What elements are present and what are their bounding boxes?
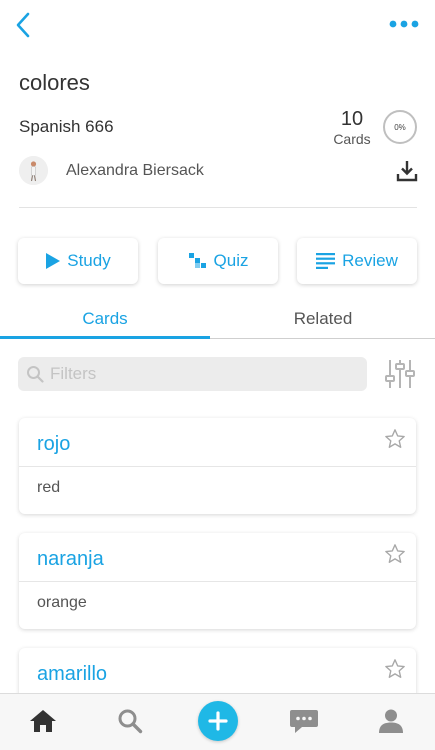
card-count-number: 10 <box>340 108 364 130</box>
study-button-label: Study <box>67 251 111 270</box>
chevron-left-icon <box>16 12 30 38</box>
author-name[interactable]: Alexandra Biersack <box>66 162 204 180</box>
sliders-icon <box>385 360 415 388</box>
card-divider <box>19 466 416 467</box>
tab-related[interactable]: Related <box>218 300 428 338</box>
star-icon <box>385 544 405 563</box>
download-button[interactable] <box>395 159 419 183</box>
profile-icon <box>379 709 403 733</box>
tab-bar: Cards Related <box>0 300 435 339</box>
star-icon <box>385 429 405 448</box>
flashcard[interactable]: naranja orange <box>19 533 416 629</box>
nav-search[interactable] <box>113 706 147 736</box>
card-definition: red <box>37 479 61 496</box>
play-icon <box>45 252 61 270</box>
avatar-image <box>19 156 48 185</box>
nav-home[interactable] <box>26 706 60 736</box>
quiz-button[interactable]: Quiz <box>158 238 278 284</box>
tab-cards[interactable]: Cards <box>0 300 210 338</box>
review-button-label: Review <box>342 251 398 270</box>
card-term: naranja <box>37 548 104 570</box>
search-icon <box>118 709 143 734</box>
card-definition: orange <box>37 594 87 611</box>
ellipsis-icon <box>389 20 419 28</box>
quiz-button-label: Quiz <box>213 251 249 270</box>
card-count-label: Cards <box>333 131 371 147</box>
more-options-button[interactable] <box>387 14 421 34</box>
nav-messages[interactable] <box>287 706 321 736</box>
flashcard[interactable]: rojo red <box>19 418 416 514</box>
search-icon <box>27 366 44 383</box>
favorite-button[interactable] <box>384 658 406 680</box>
divider <box>19 207 417 208</box>
download-icon <box>396 161 418 182</box>
avatar[interactable] <box>19 156 48 185</box>
progress-indicator: 0% <box>383 110 417 144</box>
progress-label: 0% <box>394 122 406 132</box>
list-icon <box>316 253 336 269</box>
set-title: colores <box>19 70 90 95</box>
favorite-button[interactable] <box>384 543 406 565</box>
card-count: 10 Cards <box>326 107 378 147</box>
add-icon <box>208 711 228 731</box>
quiz-icon <box>188 252 208 270</box>
back-button[interactable] <box>8 8 38 42</box>
nav-profile[interactable] <box>374 706 408 736</box>
study-button[interactable]: Study <box>18 238 138 284</box>
course-name: Spanish 666 <box>19 117 114 136</box>
favorite-button[interactable] <box>384 428 406 450</box>
home-icon <box>30 710 56 732</box>
filter-field[interactable] <box>18 357 367 391</box>
review-button[interactable]: Review <box>297 238 417 284</box>
chat-icon <box>290 710 318 733</box>
card-term: rojo <box>37 433 71 455</box>
active-tab-indicator <box>0 336 210 339</box>
filter-settings-button[interactable] <box>384 357 416 391</box>
top-bar <box>0 0 435 50</box>
star-icon <box>385 659 405 678</box>
add-button[interactable] <box>198 701 238 741</box>
card-term: amarillo <box>37 663 108 685</box>
filter-input[interactable] <box>50 364 350 384</box>
card-divider <box>19 581 416 582</box>
